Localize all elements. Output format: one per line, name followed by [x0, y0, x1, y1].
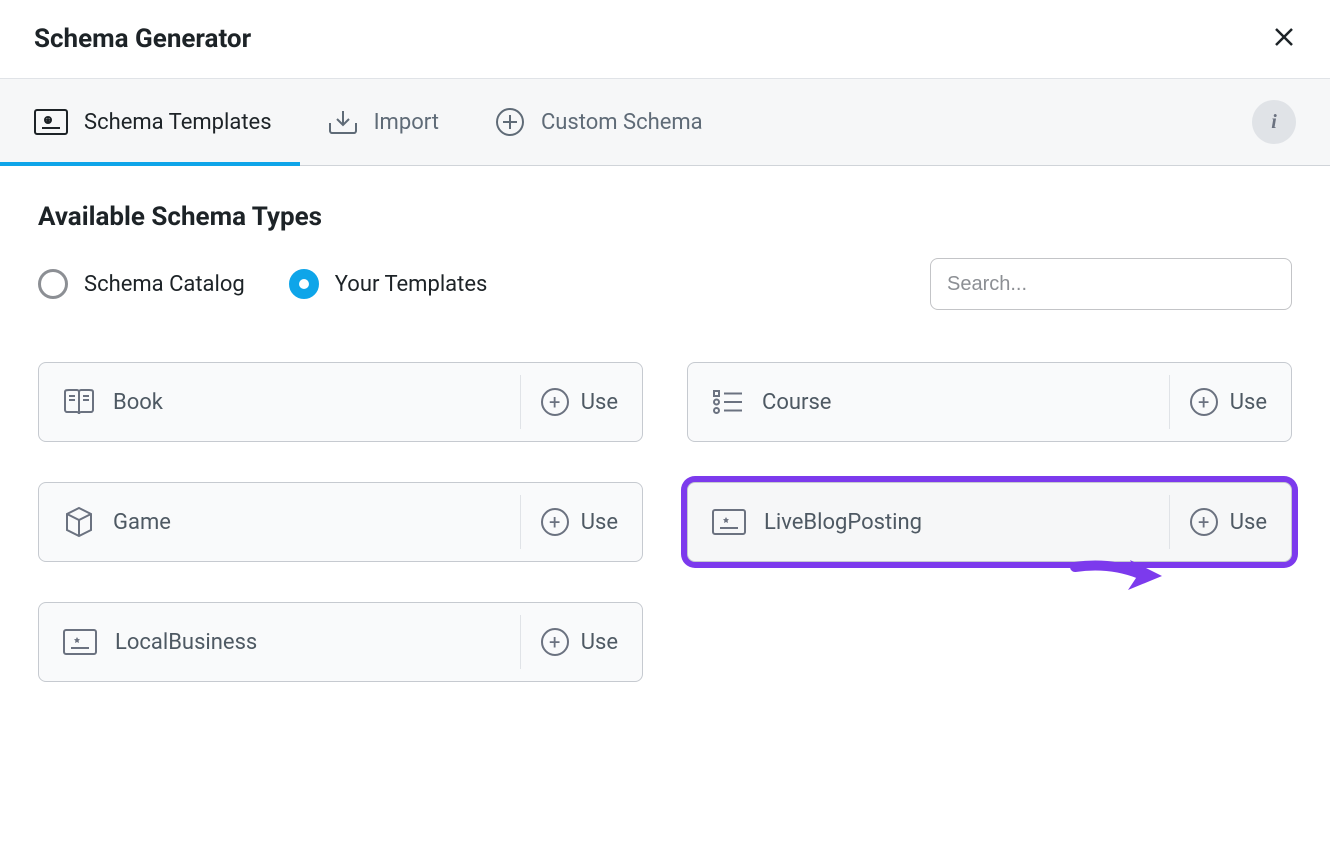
use-label: Use: [581, 510, 618, 535]
box-icon: [63, 506, 95, 538]
schema-card-liveblogposting[interactable]: LiveBlogPosting Use: [687, 482, 1292, 562]
plus-icon: [1190, 388, 1218, 416]
schema-card-book[interactable]: Book Use: [38, 362, 643, 442]
card-main: Book: [39, 388, 520, 416]
schema-card-course[interactable]: Course Use: [687, 362, 1292, 442]
use-label: Use: [1230, 390, 1267, 415]
tab-label: Import: [374, 110, 439, 135]
use-button[interactable]: Use: [520, 495, 642, 549]
radio-your-templates[interactable]: Your Templates: [289, 269, 488, 299]
tabs-bar: Schema Templates Import: [0, 78, 1330, 166]
use-button[interactable]: Use: [520, 375, 642, 429]
use-label: Use: [1230, 510, 1267, 535]
schema-generator-modal: Schema Generator Schema Templates: [0, 0, 1330, 866]
modal-title: Schema Generator: [34, 24, 251, 54]
radio-dot: [299, 279, 309, 289]
radio-indicator: [289, 269, 319, 299]
schema-cards-grid: Book Use: [38, 362, 1292, 682]
info-button[interactable]: i: [1252, 100, 1296, 144]
modal-header: Schema Generator: [0, 0, 1330, 78]
radio-indicator: [38, 269, 68, 299]
radio-label: Your Templates: [335, 272, 488, 297]
radio-group: Schema Catalog Your Templates: [38, 269, 487, 299]
import-icon: [328, 109, 358, 135]
ticket-icon: [63, 629, 97, 655]
filter-row: Schema Catalog Your Templates: [38, 258, 1292, 310]
card-label: LocalBusiness: [115, 630, 257, 655]
card-label: Book: [113, 390, 163, 415]
schema-card-game[interactable]: Game Use: [38, 482, 643, 562]
use-button[interactable]: Use: [520, 615, 642, 669]
card-label: LiveBlogPosting: [764, 510, 922, 535]
use-button[interactable]: Use: [1169, 495, 1291, 549]
card-main: Course: [688, 388, 1169, 416]
close-button[interactable]: [1272, 25, 1296, 54]
plus-circle-icon: [495, 107, 525, 137]
card-main: LocalBusiness: [39, 629, 520, 655]
plus-icon: [541, 628, 569, 656]
card-label: Game: [113, 510, 171, 535]
book-icon: [63, 388, 95, 416]
tab-import[interactable]: Import: [328, 79, 453, 165]
tab-label: Schema Templates: [84, 110, 272, 135]
card-main: LiveBlogPosting: [688, 509, 1169, 535]
tab-schema-templates[interactable]: Schema Templates: [34, 79, 286, 165]
plus-icon: [541, 508, 569, 536]
schema-card-localbusiness[interactable]: LocalBusiness Use: [38, 602, 643, 682]
radio-schema-catalog[interactable]: Schema Catalog: [38, 269, 245, 299]
tab-label: Custom Schema: [541, 110, 703, 135]
card-label: Course: [762, 390, 831, 415]
use-button[interactable]: Use: [1169, 375, 1291, 429]
ticket-icon: [712, 509, 746, 535]
radio-label: Schema Catalog: [84, 272, 245, 297]
search-input[interactable]: [930, 258, 1292, 310]
ticket-icon: [34, 109, 68, 135]
list-icon: [712, 388, 744, 416]
section-title: Available Schema Types: [38, 202, 1292, 232]
plus-icon: [541, 388, 569, 416]
content-area: Available Schema Types Schema Catalog Yo…: [0, 166, 1330, 718]
use-label: Use: [581, 630, 618, 655]
tabs-container: Schema Templates Import: [34, 79, 717, 165]
card-main: Game: [39, 506, 520, 538]
tab-custom-schema[interactable]: Custom Schema: [495, 79, 717, 165]
plus-icon: [1190, 508, 1218, 536]
use-label: Use: [581, 390, 618, 415]
